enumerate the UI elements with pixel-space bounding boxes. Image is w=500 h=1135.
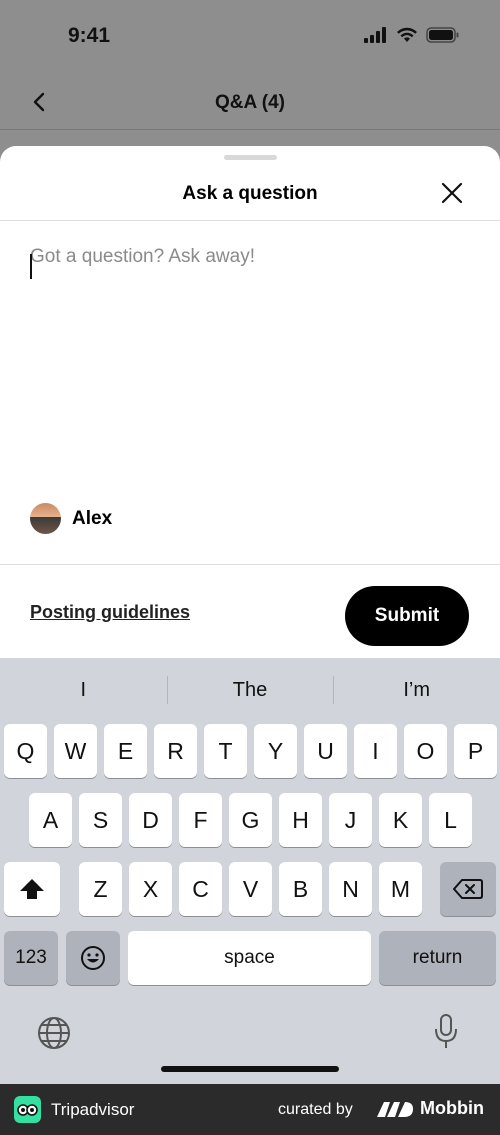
microphone-icon[interactable] xyxy=(432,1013,460,1051)
text-caret xyxy=(30,254,32,279)
key-v[interactable]: V xyxy=(229,862,272,916)
key-s[interactable]: S xyxy=(79,793,122,847)
author: Alex xyxy=(30,503,112,534)
key-j[interactable]: J xyxy=(329,793,372,847)
divider xyxy=(0,564,500,565)
key-q[interactable]: Q xyxy=(4,724,47,778)
sheet-grabber[interactable] xyxy=(224,155,277,160)
globe-icon[interactable] xyxy=(36,1015,72,1051)
key-x[interactable]: X xyxy=(129,862,172,916)
key-u[interactable]: U xyxy=(304,724,347,778)
status-icons xyxy=(364,27,460,43)
key-m[interactable]: M xyxy=(379,862,422,916)
suggestion-1[interactable]: I xyxy=(0,668,167,712)
sheet-title: Ask a question xyxy=(182,183,318,204)
key-y[interactable]: Y xyxy=(254,724,297,778)
key-r[interactable]: R xyxy=(154,724,197,778)
key-b[interactable]: B xyxy=(279,862,322,916)
submit-button[interactable]: Submit xyxy=(345,586,469,646)
key-d[interactable]: D xyxy=(129,793,172,847)
key-l[interactable]: L xyxy=(429,793,472,847)
key-k[interactable]: K xyxy=(379,793,422,847)
key-n[interactable]: N xyxy=(329,862,372,916)
emoji-icon xyxy=(81,946,105,970)
key-z[interactable]: Z xyxy=(79,862,122,916)
shift-icon xyxy=(20,879,44,899)
key-w[interactable]: W xyxy=(54,724,97,778)
close-icon[interactable] xyxy=(440,181,464,205)
sheet-header: Ask a question xyxy=(0,166,500,221)
suggestion-bar: I The I’m xyxy=(0,668,500,712)
footer-bar: Tripadvisor curated by Mobbin xyxy=(0,1084,500,1135)
background-screen: 9:41 Q&A (4) xyxy=(0,0,500,160)
curated-by-label: curated by xyxy=(278,1101,353,1118)
numbers-key[interactable]: 123 xyxy=(4,931,58,985)
key-e[interactable]: E xyxy=(104,724,147,778)
status-time: 9:41 xyxy=(68,24,111,47)
tripadvisor-logo-icon xyxy=(14,1096,41,1123)
avatar xyxy=(30,503,61,534)
ask-question-sheet: Ask a question Alex Posting guidelines S… xyxy=(0,146,500,658)
key-i[interactable]: I xyxy=(354,724,397,778)
key-a[interactable]: A xyxy=(29,793,72,847)
shift-key[interactable] xyxy=(4,862,60,916)
return-key[interactable]: return xyxy=(379,931,496,985)
app-name: Tripadvisor xyxy=(51,1100,135,1119)
nav-title: Q&A (4) xyxy=(214,92,286,113)
backspace-icon xyxy=(453,879,483,899)
signal-icon xyxy=(364,27,386,43)
key-c[interactable]: C xyxy=(179,862,222,916)
emoji-key[interactable] xyxy=(66,931,120,985)
suggestion-3[interactable]: I’m xyxy=(333,668,500,712)
author-name: Alex xyxy=(72,507,113,529)
status-bar: 9:41 xyxy=(0,0,500,72)
delete-key[interactable] xyxy=(440,862,496,916)
key-o[interactable]: O xyxy=(404,724,447,778)
home-indicator xyxy=(161,1066,339,1072)
keyboard: I The I’m Q W E R T Y U I O P A S D F G … xyxy=(0,658,500,1084)
suggestion-2[interactable]: The xyxy=(166,668,334,712)
space-key[interactable]: space xyxy=(128,931,371,985)
mobbin-logo-icon xyxy=(377,1102,413,1117)
key-f[interactable]: F xyxy=(179,793,222,847)
wifi-icon xyxy=(397,27,417,42)
key-t[interactable]: T xyxy=(204,724,247,778)
posting-guidelines-link[interactable]: Posting guidelines xyxy=(30,602,190,623)
question-input[interactable] xyxy=(30,246,470,486)
key-g[interactable]: G xyxy=(229,793,272,847)
mobbin-brand: Mobbin xyxy=(420,1098,484,1118)
key-h[interactable]: H xyxy=(279,793,322,847)
battery-icon xyxy=(426,27,459,43)
key-p[interactable]: P xyxy=(454,724,497,778)
nav-bar: Q&A (4) xyxy=(0,72,500,130)
